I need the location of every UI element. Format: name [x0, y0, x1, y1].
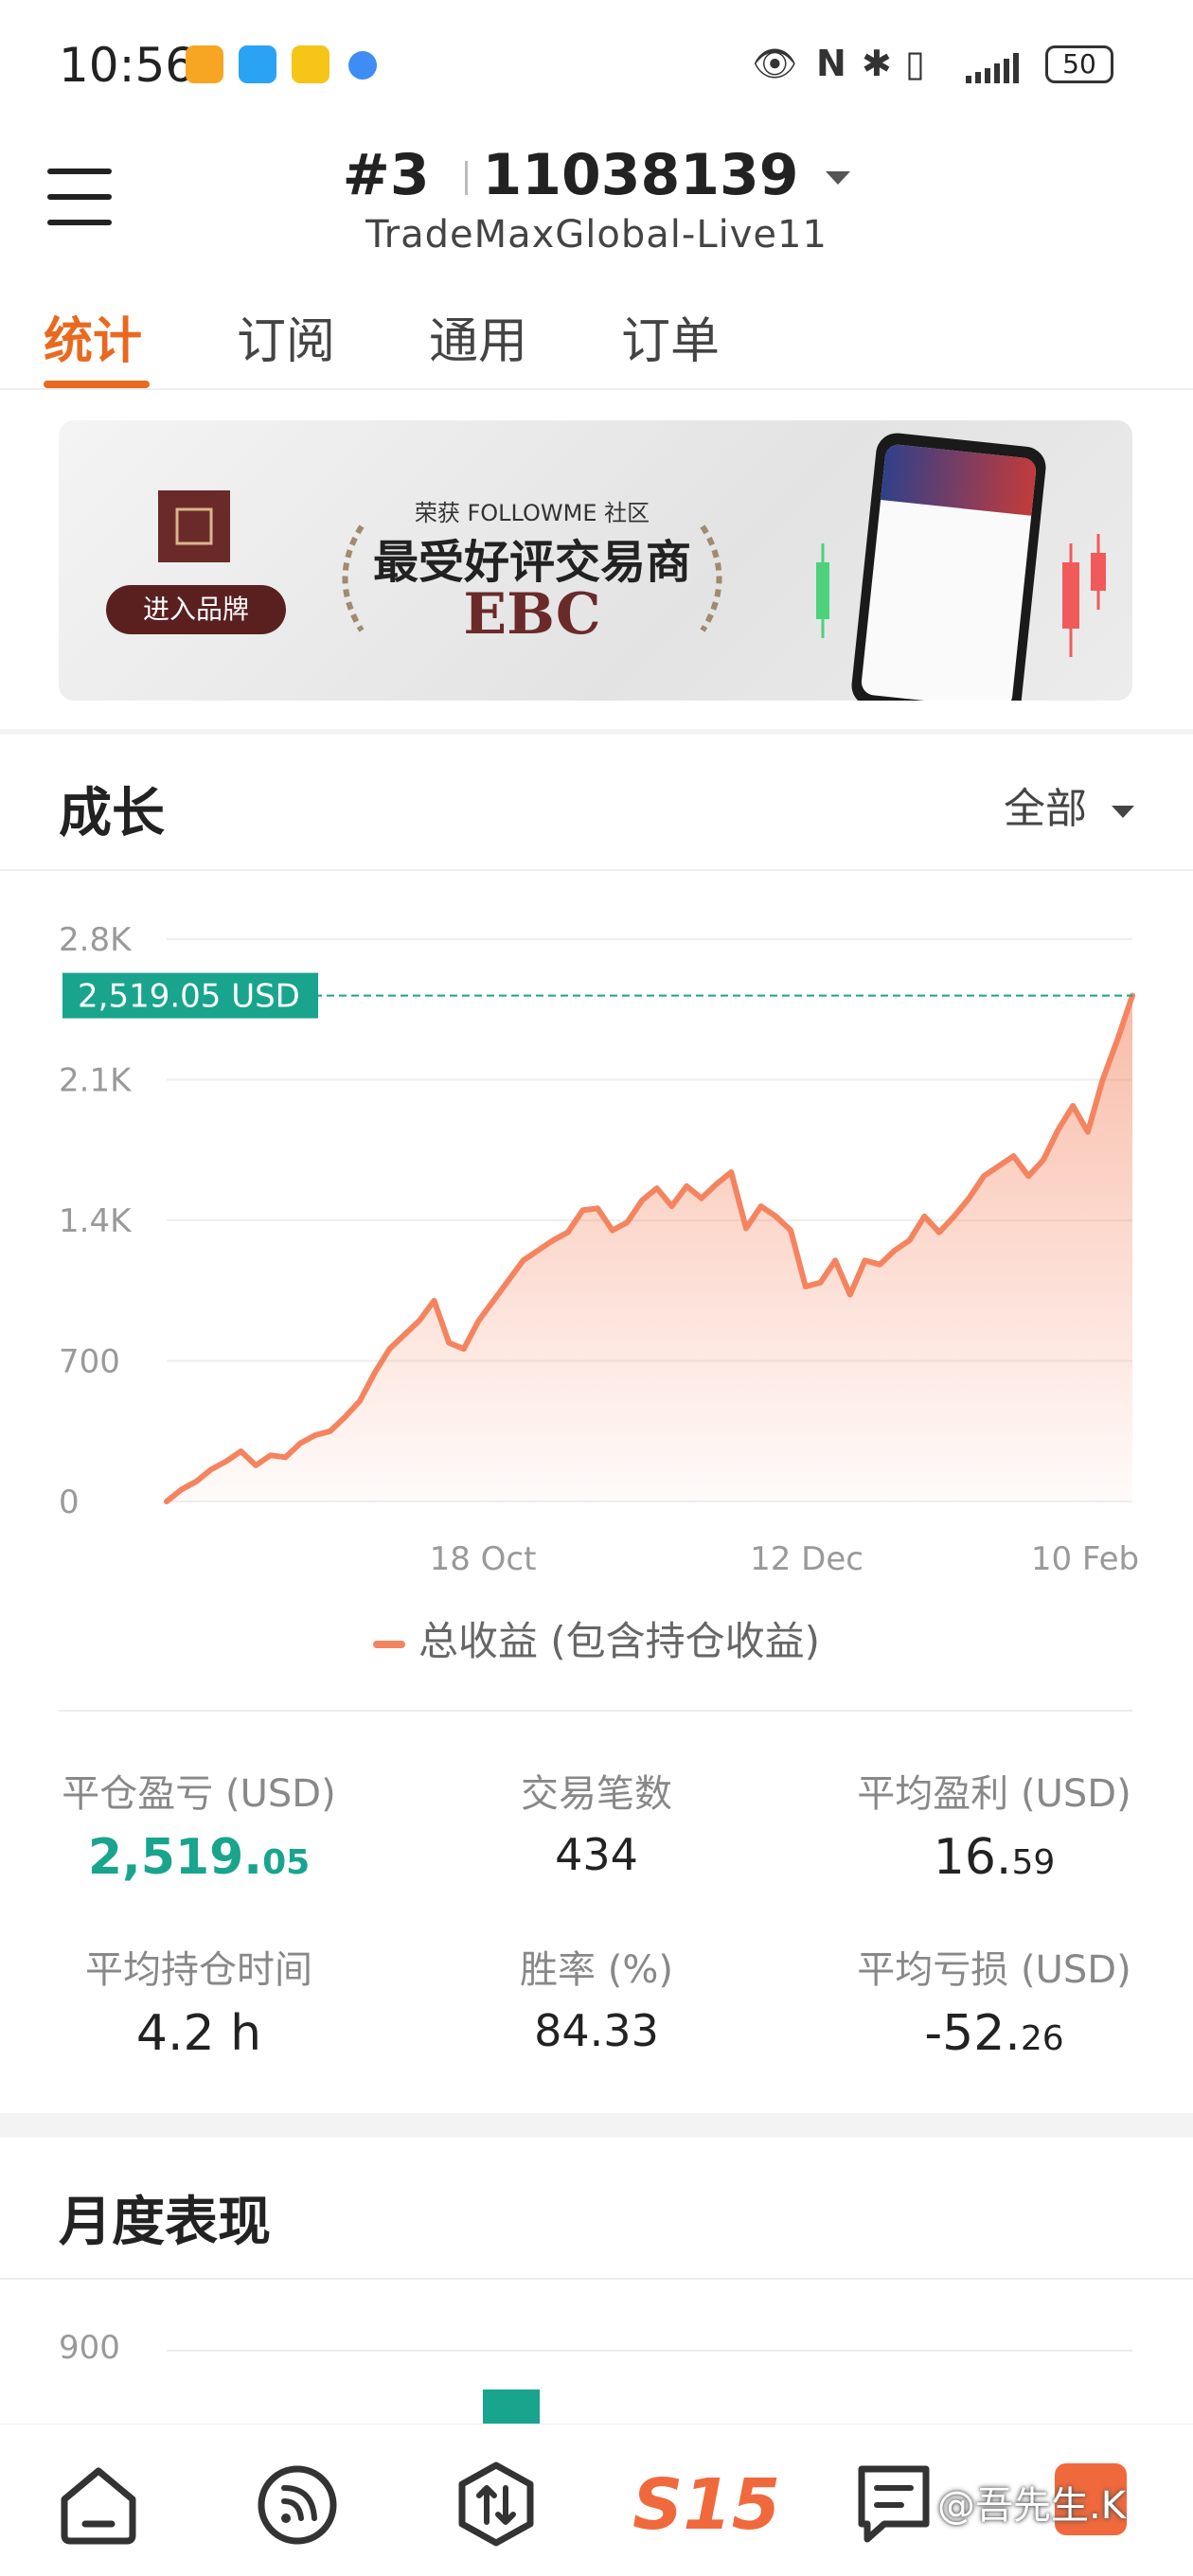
- ebc-logo: [158, 490, 230, 562]
- account-prefix: #3: [342, 142, 430, 208]
- avg-profit-decimal: 59: [1011, 1843, 1056, 1882]
- tab-bar-border: [0, 388, 1193, 390]
- monthly-gridline: [167, 2350, 1132, 2352]
- current-value-label: 2,519.05 USD: [78, 978, 300, 1016]
- legend-swatch: [372, 1640, 405, 1648]
- status-bar: 10:56 👁 N ✱ ▯ 50: [0, 0, 1193, 133]
- y-tick-label: 1.4K: [59, 1202, 133, 1240]
- y-tick-label: 0: [59, 1483, 80, 1521]
- closed-pnl-main: 2,519.: [87, 1829, 263, 1886]
- win-rate-value: 84.33: [534, 2005, 659, 2056]
- growth-chart-svg: 0 700 1.4K 2.1K 2.8K 18 Oct 12 Dec 10 Feb 2,51…: [59, 921, 1139, 1578]
- tab-statistics[interactable]: 统计: [44, 301, 142, 372]
- closed-pnl-label: 平仓盈亏 (USD): [62, 1772, 336, 1816]
- avg-loss-main: -52.: [924, 2005, 1021, 2062]
- server-name: TradeMaxGlobal-Live11: [365, 213, 828, 257]
- section-separator: [0, 729, 1193, 735]
- signal-icon: [966, 49, 1032, 83]
- orders-icon[interactable]: [846, 2456, 941, 2550]
- legend-label: 总收益 (包含持仓收益): [418, 1618, 821, 1664]
- section-divider: [0, 869, 1193, 871]
- account-selector[interactable]: #3 11038139: [0, 142, 1193, 208]
- range-label: 全部: [1004, 785, 1087, 833]
- avg-profit-label: 平均盈利 (USD): [857, 1772, 1131, 1816]
- growth-area-fill: [167, 995, 1132, 1501]
- range-selector[interactable]: 全部: [1004, 774, 1134, 835]
- bluetooth-icon: ✱: [862, 43, 892, 84]
- vibrate-icon: ▯: [905, 43, 925, 84]
- dropdown-arrow-icon: [1112, 805, 1134, 818]
- trade-icon[interactable]: [449, 2456, 543, 2550]
- avg-loss-value: -52.26: [795, 2005, 1193, 2062]
- y-tick-label: 2.1K: [59, 1062, 133, 1100]
- monthly-bar[interactable]: [483, 2389, 540, 2427]
- dropdown-arrow-icon: [826, 171, 851, 186]
- app-notification-icon: [186, 45, 223, 83]
- eye-icon: 👁: [752, 43, 798, 84]
- tab-general[interactable]: 通用: [429, 301, 527, 372]
- section-divider: [0, 2278, 1193, 2280]
- shop-notification-icon: [292, 45, 329, 83]
- growth-chart[interactable]: 0 700 1.4K 2.1K 2.8K 18 Oct 12 Dec 10 Feb 2,51…: [0, 880, 1193, 1600]
- closed-pnl-value: 2,519.05: [0, 1829, 398, 1886]
- divider: [464, 161, 468, 196]
- avg-loss-label: 平均亏损 (USD): [857, 1948, 1131, 1992]
- monthly-title: 月度表现: [59, 2192, 271, 2253]
- x-tick-label: 18 Oct: [430, 1540, 537, 1578]
- message-notification-icon: [239, 45, 276, 83]
- nfc-icon: N: [816, 43, 846, 84]
- avg-profit-value: 16.59: [795, 1829, 1193, 1886]
- x-tick-label: 12 Dec: [750, 1540, 864, 1578]
- laurel-icon: [324, 507, 740, 649]
- trades-value: 434: [555, 1829, 638, 1880]
- enter-brand-button[interactable]: 进入品牌: [106, 585, 286, 634]
- candlestick-decoration-image: [807, 534, 1129, 685]
- avg-loss-decimal: 26: [1020, 2019, 1064, 2058]
- win-rate-label: 胜率 (%): [520, 1948, 673, 1992]
- avg-profit-main: 16.: [933, 1829, 1012, 1886]
- promo-banner[interactable]: 进入品牌 荣获 FOLLOWME 社区 最受好评交易商 EBC: [59, 420, 1132, 701]
- x-tick-label: 10 Feb: [1031, 1540, 1139, 1578]
- trades-label: 交易笔数: [521, 1772, 672, 1816]
- battery-indicator: 50: [1045, 45, 1113, 83]
- avg-hold-label: 平均持仓时间: [85, 1948, 312, 1992]
- monthly-y-tick: 900: [59, 2329, 120, 2367]
- section-divider: [59, 1710, 1132, 1712]
- s15-nav-button[interactable]: S15: [632, 2458, 780, 2552]
- closed-pnl-decimal: 05: [262, 1843, 311, 1882]
- browser-notification-icon: [348, 51, 377, 80]
- watermark: @吾先生.K: [937, 2484, 1126, 2528]
- tab-active-indicator: [44, 381, 150, 388]
- avg-hold-value: 4.2 h: [135, 2005, 262, 2062]
- feed-icon[interactable]: [250, 2456, 345, 2550]
- tab-orders[interactable]: 订单: [621, 301, 720, 372]
- growth-title: 成长: [59, 783, 165, 844]
- home-icon[interactable]: [51, 2456, 146, 2550]
- section-separator: [0, 2113, 1193, 2138]
- y-tick-label: 2.8K: [59, 921, 133, 959]
- tab-subscribe[interactable]: 订阅: [237, 301, 335, 372]
- status-time: 10:56: [59, 38, 196, 93]
- account-number: 11038139: [482, 142, 799, 208]
- y-tick-label: 700: [59, 1343, 120, 1381]
- chart-legend[interactable]: 总收益 (包含持仓收益): [0, 1609, 1193, 1667]
